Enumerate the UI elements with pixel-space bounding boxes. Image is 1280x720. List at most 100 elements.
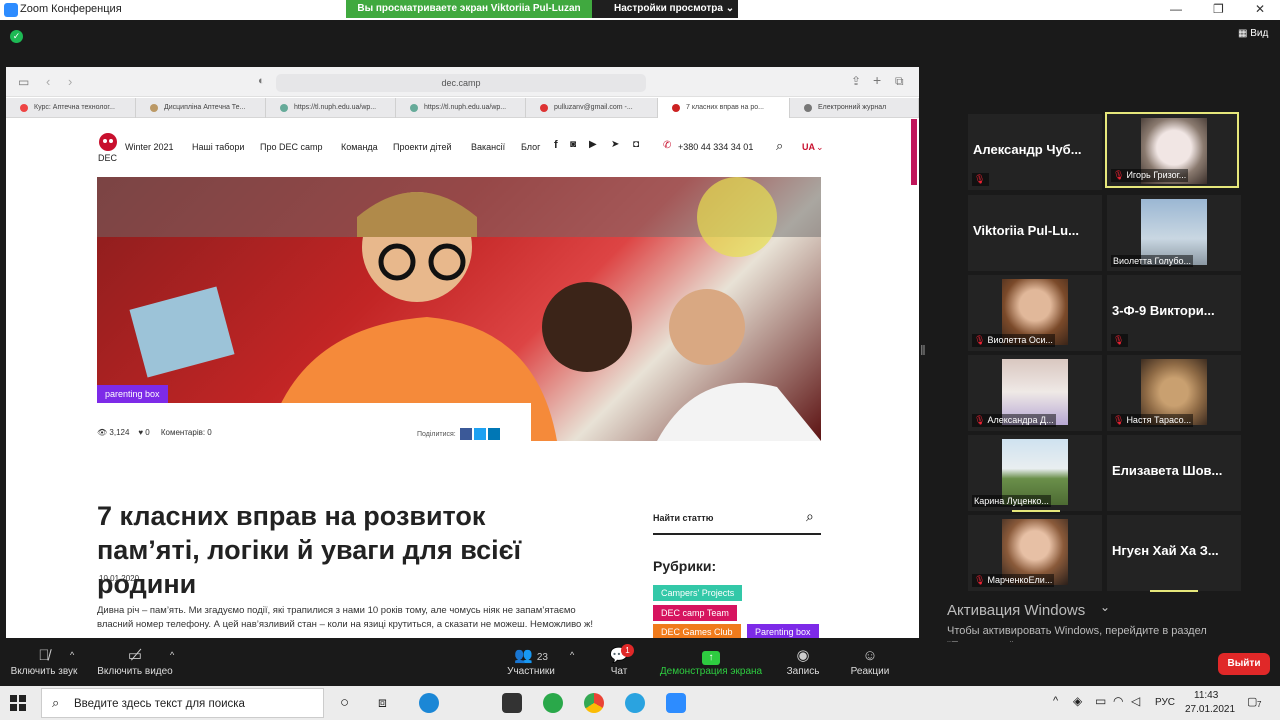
rubric-parenting-box[interactable]: Parenting box [747,624,819,638]
record-icon: ◉ [796,647,810,664]
task-view-icon[interactable]: ⧈ [378,694,387,711]
participant-tile[interactable]: Виолетта Голубо... [1107,195,1241,271]
store-icon[interactable] [502,693,522,713]
reactions-button[interactable]: ☺ Реакции [847,646,893,677]
facebook-icon[interactable]: f [554,139,558,151]
rubric-dec-games-club[interactable]: DEC Games Club [653,624,741,638]
clock-time[interactable]: 11:43 [1194,690,1218,701]
participant-tile[interactable]: 3-Ф-9 Виктори... 🎙 [1107,275,1241,351]
rubric-dec-camp-team[interactable]: DEC camp Team [653,605,737,621]
search-underline [653,533,821,535]
participant-tile[interactable]: 🎙 Александра Д... [968,355,1102,431]
volume-icon[interactable]: ◁ [1131,694,1140,708]
search-icon[interactable]: ⌕ [806,508,814,525]
search-icon[interactable]: ⌕ [776,138,783,154]
share-linkedin-icon[interactable] [487,428,500,440]
record-label: Запись [786,666,820,677]
leave-button[interactable]: Выйти [1218,653,1270,675]
nav-team[interactable]: Команда [341,142,378,152]
participant-tile[interactable]: Карина Луценко... [968,435,1102,511]
view-button[interactable]: ▦ Вид [1238,28,1268,39]
battery-icon[interactable]: ▭ [1095,694,1106,708]
forward-icon[interactable]: › [68,74,72,89]
back-icon[interactable]: ‹ [46,74,50,89]
eye-icon: 👁 [97,428,108,437]
chevron-up-icon[interactable]: ^ [170,650,174,660]
chrome-icon[interactable] [584,693,604,713]
privacy-icon[interactable]: ◐ [258,75,265,87]
security-shield-icon[interactable]: ✓ [10,30,23,43]
share-twitter-icon[interactable] [473,428,486,440]
new-tab-icon[interactable]: + [873,72,881,88]
browser-tab[interactable]: pulluzanv@gmail.com -... [526,98,658,118]
participant-tile[interactable]: 🎙 МарченкоЕли... [968,515,1102,591]
notifications-icon[interactable]: ▢ [1247,695,1257,708]
participant-tile[interactable]: Viktoriia Pul-Lu... [968,195,1102,271]
favicon-icon [280,104,288,112]
torrent-icon[interactable] [543,693,563,713]
clock-date[interactable]: 27.01.2021 [1185,704,1235,715]
windows-taskbar: ⌕ Введите здесь текст для поиска ○ ⧈ ^ ◈… [0,686,1280,720]
participant-tile[interactable]: 🎙 Настя Тарасо... [1107,355,1241,431]
share-icon[interactable]: ⇪ [851,74,861,88]
windows-activation-title: Активация Windows [947,602,1086,619]
chevron-up-icon[interactable]: ^ [1053,695,1058,707]
phone-number[interactable]: +380 44 334 34 01 [678,142,753,152]
share-screen-button[interactable]: ↑ Демонстрация экрана [655,646,767,677]
participants-button[interactable]: 👥 23 Участники [503,646,559,677]
splitter-handle[interactable]: ‖ [920,342,926,358]
camera-icon[interactable]: ◘ [633,139,639,150]
dropbox-icon[interactable]: ◈ [1073,694,1082,708]
windows-start-icon[interactable] [10,695,26,711]
instagram-icon[interactable]: ◙ [570,139,576,150]
participant-tile-active-speaker[interactable]: 🎙 Игорь Гризог... [1105,112,1239,188]
address-bar[interactable]: dec.camp [276,74,646,92]
browser-tab[interactable]: Курс: Аптечна технолог... [6,98,136,118]
record-button[interactable]: ◉ Запись [784,646,822,677]
participant-tile[interactable]: Елизавета Шов... [1107,435,1241,511]
category-badge[interactable]: parenting box [97,385,168,403]
language-indicator[interactable]: РУС [1155,697,1175,708]
browser-tab[interactable]: https://tl.nuph.edu.ua/wp... [396,98,526,118]
browser-tab[interactable]: https://tl.nuph.edu.ua/wp... [266,98,396,118]
close-icon[interactable]: ✕ [1255,2,1265,16]
share-facebook-icon[interactable] [459,428,472,440]
nav-projects[interactable]: Проекти дітей [393,142,451,152]
dec-camp-logo[interactable]: DEC [96,131,120,167]
browser-tab[interactable]: Дисципліна Аптечна Те... [136,98,266,118]
telegram-icon[interactable]: ➤ [611,139,619,150]
comments-count[interactable]: Коментарів: 0 [161,428,212,437]
chevron-down-icon[interactable]: ⌄ [1100,600,1110,614]
chevron-up-icon[interactable]: ^ [570,650,574,660]
nav-vacancies[interactable]: Вакансії [471,142,505,152]
browser-tab-active[interactable]: 7 класних вправ на ро... [658,98,790,118]
start-video-button[interactable]: ▭̸ Включить видео [95,646,175,677]
rubric-campers-projects[interactable]: Campers' Projects [653,585,743,601]
nav-about[interactable]: Про DEC camp [260,142,323,152]
nav-blog[interactable]: Блог [521,142,540,152]
participant-tile[interactable]: Нгуєн Хай Ха З... [1107,515,1241,591]
browser-tab[interactable]: Електронний журнал [790,98,919,118]
chevron-up-icon[interactable]: ^ [70,650,74,660]
maximize-icon[interactable]: ❐ [1213,2,1224,16]
nav-camps[interactable]: Наші табори [192,142,244,152]
edge-icon[interactable] [419,693,439,713]
view-settings-button[interactable]: Настройки просмотра ⌄ [592,0,738,18]
muted-mic-icon: 🎙 [974,415,986,425]
language-selector[interactable]: UA [802,142,815,152]
taskbar-search-box[interactable]: ⌕ Введите здесь текст для поиска [41,688,324,718]
cortana-icon[interactable]: ○ [340,694,349,711]
page-scroll-indicator[interactable] [911,119,917,185]
heart-icon[interactable]: ♥ [138,428,143,437]
participant-tile[interactable]: Александр Чуб... 🎙 [968,114,1102,190]
zoom-icon[interactable] [666,693,686,713]
tabs-overview-icon[interactable]: ⧉ [895,74,904,89]
youtube-icon[interactable]: ▶ [589,139,597,150]
nav-winter[interactable]: Winter 2021 [125,142,174,152]
wifi-icon[interactable]: ◠ [1113,694,1123,708]
participant-tile[interactable]: 🎙 Виолетта Оси... [968,275,1102,351]
telegram-icon[interactable] [625,693,645,713]
sidebar-icon[interactable]: ▭ [18,75,29,89]
minimize-icon[interactable]: — [1170,2,1182,16]
article-search-input[interactable]: Найти статтю [653,513,713,523]
